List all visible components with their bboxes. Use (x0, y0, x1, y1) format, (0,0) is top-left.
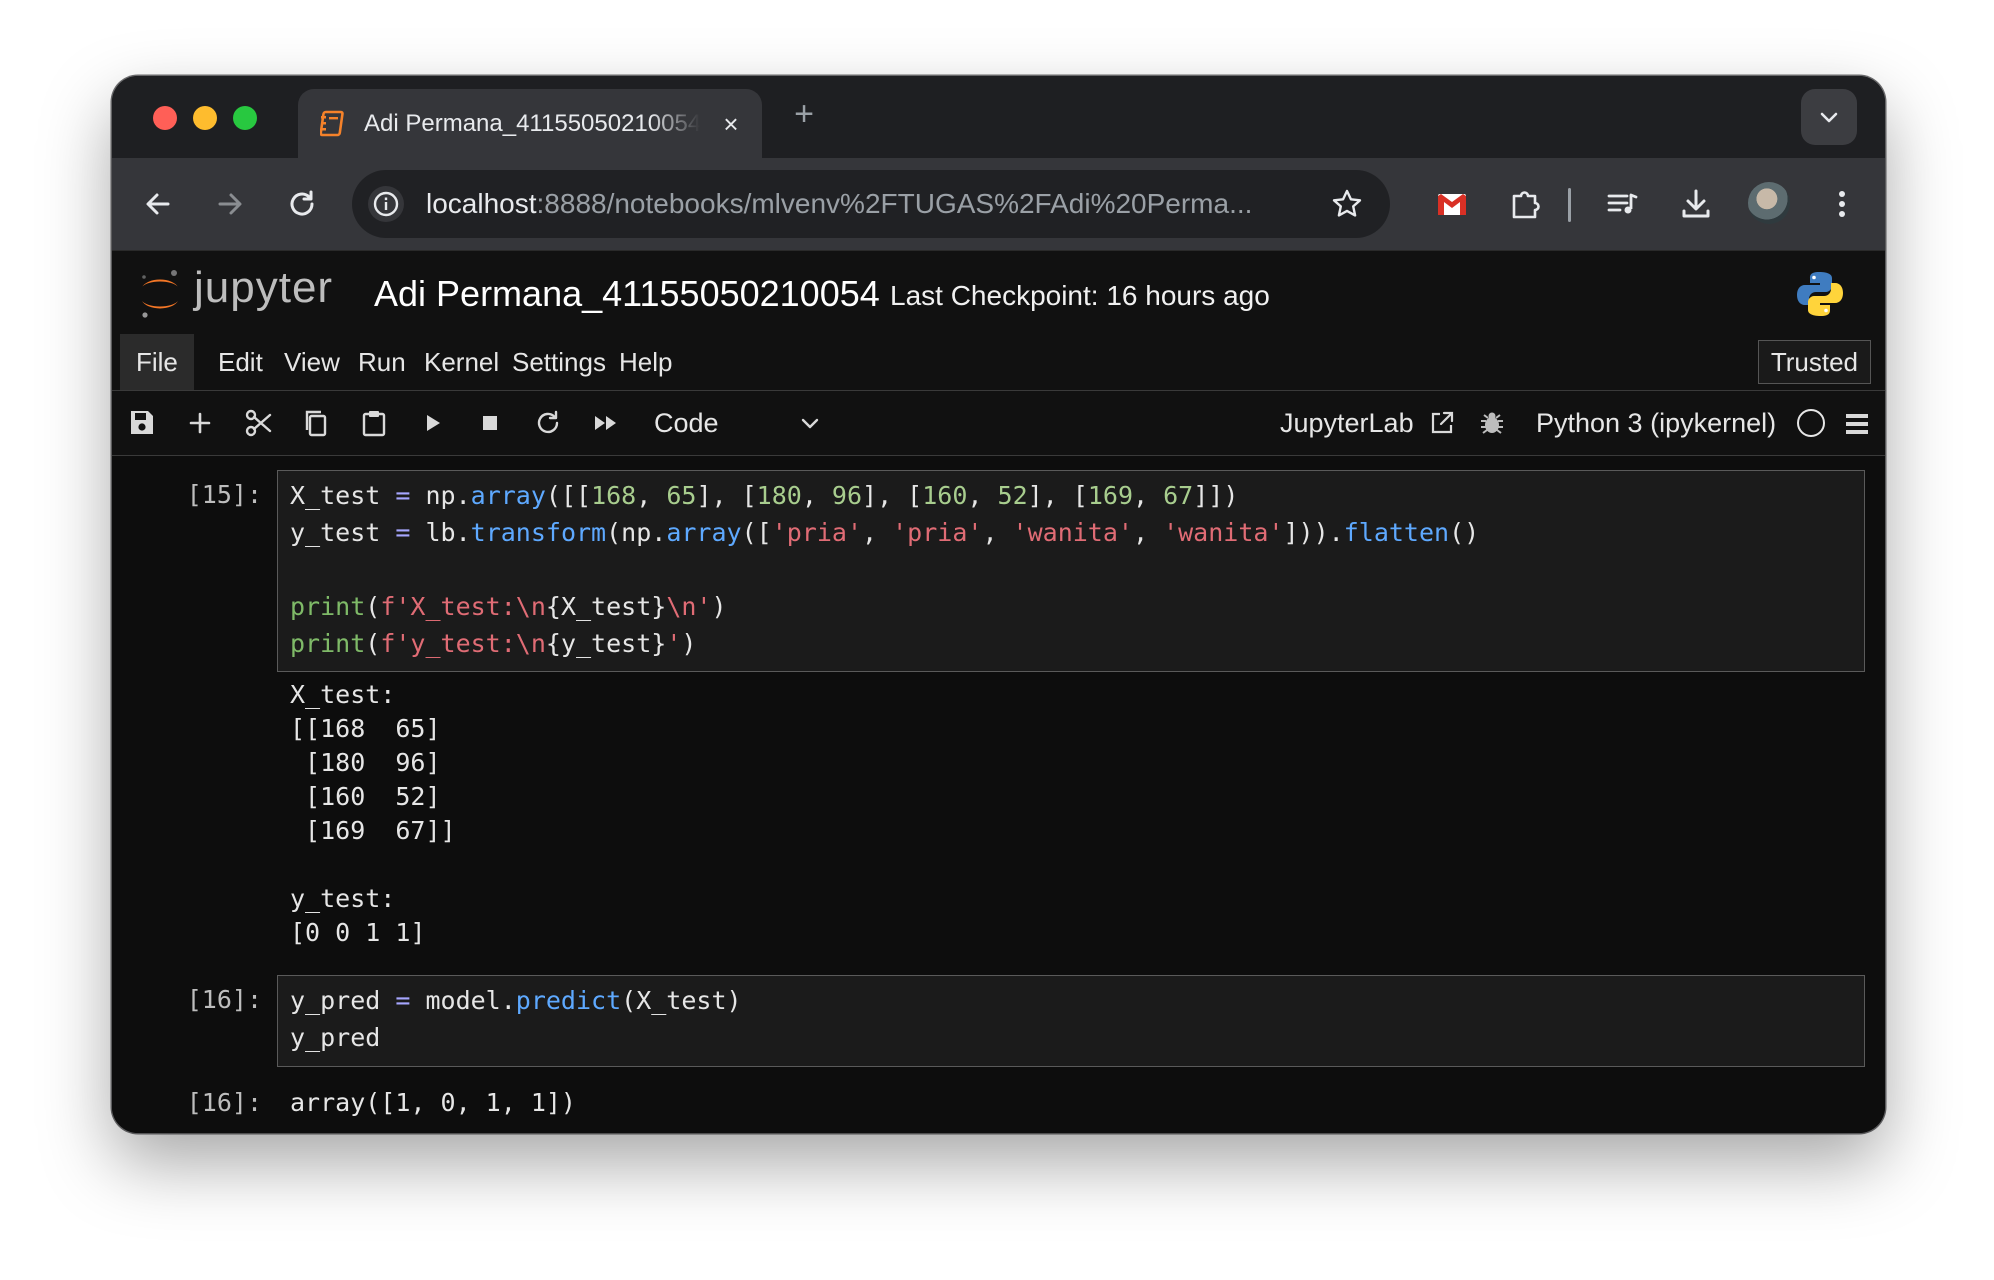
site-info-button[interactable] (368, 186, 404, 222)
open-jupyterlab-link[interactable]: JupyterLab (1280, 403, 1414, 443)
media-queue-icon[interactable] (1600, 182, 1644, 226)
browser-tab-active[interactable]: Adi Permana_41155050210054 × (298, 89, 762, 158)
copy-icon[interactable] (300, 407, 332, 439)
cell-15-output-xlabel: X_test: (290, 680, 396, 709)
trusted-indicator[interactable]: Trusted (1757, 340, 1871, 384)
external-link-icon[interactable] (1428, 409, 1456, 437)
download-icon[interactable] (1674, 182, 1718, 226)
forward-arrow-icon[interactable] (210, 184, 250, 224)
menu-bar: File Edit View Run Kernel Settings Help … (112, 334, 1885, 391)
toolbar-divider (1568, 188, 1571, 222)
kernel-status-idle-icon (1797, 409, 1825, 437)
url-host: localhost (426, 188, 537, 219)
last-checkpoint: Last Checkpoint: 16 hours ago (890, 280, 1270, 311)
kernel-name[interactable]: Python 3 (ipykernel) (1536, 403, 1776, 443)
cell-type-dropdown[interactable]: Code (654, 403, 822, 443)
cell-16-input-prompt: [16]: (186, 985, 262, 1014)
cell-15-output-yarray: [0 0 1 1] (290, 918, 426, 947)
notebook-toolbar: Code JupyterLab Python 3 (ipykernel) (112, 391, 1885, 456)
new-tab-button[interactable]: + (786, 96, 822, 132)
menu-help[interactable]: Help (603, 334, 688, 390)
bookmark-star-icon[interactable] (1330, 187, 1364, 221)
profile-avatar[interactable] (1748, 182, 1790, 224)
tab-search-button[interactable] (1801, 89, 1857, 145)
more-options-icon[interactable] (1820, 182, 1864, 226)
run-all-icon[interactable] (590, 407, 622, 439)
cell-15-output-ylabel: y_test: (290, 884, 396, 913)
cell-16-code: y_pred = model.predict(X_test) y_pred (290, 986, 742, 1052)
jupyter-logo-icon[interactable] (136, 265, 184, 321)
notebook-area: [15]: X_test = np.array([[168, 65], [180… (112, 456, 1885, 1133)
debugger-bug-icon[interactable] (1478, 409, 1506, 437)
cut-icon[interactable] (242, 407, 274, 439)
browser-toolbar: localhost:8888/notebooks/mlvenv%2FTUGAS%… (112, 158, 1885, 250)
save-icon[interactable] (126, 407, 158, 439)
notebook-title[interactable]: Adi Permana_41155050210054 (374, 273, 880, 315)
url-path: :8888/notebooks/mlvenv%2FTUGAS%2FAdi%20P… (536, 188, 1253, 219)
browser-window: Adi Permana_41155050210054 × + localhost… (112, 76, 1885, 1133)
cell-16-output-prompt: [16]: (186, 1088, 262, 1117)
stop-icon[interactable] (474, 407, 506, 439)
cell-16-input[interactable]: y_pred = model.predict(X_test) y_pred (277, 975, 1865, 1067)
address-bar[interactable]: localhost:8888/notebooks/mlvenv%2FTUGAS%… (352, 170, 1390, 238)
cell-15-output-xarray: [[168 65] [180 96] [160 52] [169 67]] (290, 714, 456, 845)
tab-strip: Adi Permana_41155050210054 × + (112, 76, 1885, 158)
menu-lines-icon[interactable] (1844, 411, 1870, 437)
chevron-down-icon (1820, 112, 1838, 123)
notebook-favicon-icon (320, 110, 344, 137)
python-logo-icon (1797, 272, 1843, 316)
jupyter-wordmark[interactable]: jupyter (194, 263, 333, 313)
close-window-button[interactable] (153, 106, 177, 130)
extensions-puzzle-icon[interactable] (1504, 182, 1548, 226)
run-icon[interactable] (416, 407, 448, 439)
add-cell-icon[interactable] (184, 407, 216, 439)
maximize-window-button[interactable] (233, 106, 257, 130)
restart-kernel-icon[interactable] (532, 407, 564, 439)
reload-icon[interactable] (282, 184, 322, 224)
cell-15-code: X_test = np.array([[168, 65], [180, 96],… (290, 481, 1480, 658)
chevron-down-icon (801, 418, 819, 429)
tab-close-button[interactable]: × (718, 111, 744, 137)
paste-icon[interactable] (358, 407, 390, 439)
cell-16-output: array([1, 0, 1, 1]) (290, 1088, 576, 1117)
tab-title: Adi Permana_41155050210054 (364, 110, 700, 137)
gmail-extension-icon[interactable] (1430, 182, 1474, 226)
cell-15-input-prompt: [15]: (186, 480, 262, 509)
url-text: localhost:8888/notebooks/mlvenv%2FTUGAS%… (426, 187, 1306, 221)
jupyter-header: jupyter Adi Permana_41155050210054 Last … (112, 250, 1885, 336)
cell-type-value: Code (654, 408, 719, 438)
info-icon (373, 191, 399, 217)
minimize-window-button[interactable] (193, 106, 217, 130)
back-arrow-icon[interactable] (138, 184, 178, 224)
menu-file[interactable]: File (120, 334, 194, 390)
cell-15-input[interactable]: X_test = np.array([[168, 65], [180, 96],… (277, 470, 1865, 672)
